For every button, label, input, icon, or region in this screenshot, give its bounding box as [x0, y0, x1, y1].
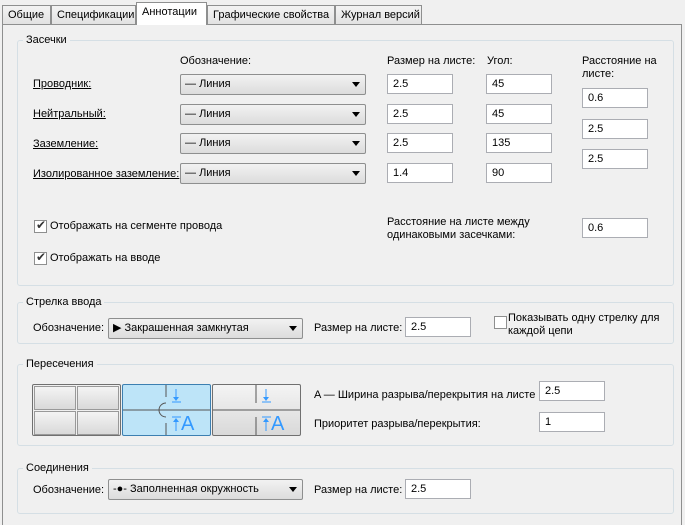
gap-letter: A — [271, 413, 285, 435]
neutral-size-input[interactable]: 2.5 — [387, 104, 453, 124]
home-run-designation-label: Обозначение: — [33, 322, 105, 334]
ground-size-input[interactable]: 2.5 — [387, 133, 453, 153]
ticks-group-title: Засечки — [23, 34, 70, 46]
isolated-ground-designation-select[interactable]: — Линия — [180, 163, 366, 184]
crossing-gap-icon — [213, 385, 300, 435]
distance-column-header: Расстояние на листе: — [582, 55, 657, 80]
single-arrow-checkbox[interactable] — [494, 316, 507, 329]
angle-column-header: Угол: — [487, 55, 513, 67]
show-on-segment-label: Отображать на сегменте провода — [50, 220, 223, 232]
crossing-cell — [77, 386, 119, 410]
select-value: Линия — [199, 78, 231, 90]
ground-label: Заземление: — [33, 138, 99, 150]
connection-designation-select[interactable]: -●- Заполненная окружность — [108, 479, 303, 500]
select-value: Заполненная окружность — [130, 483, 259, 495]
select-value: Линия — [199, 108, 231, 120]
select-value: Линия — [199, 167, 231, 179]
connection-size-label: Размер на листе: — [314, 484, 403, 496]
size-column-header: Размер на листе: — [387, 55, 476, 67]
conductor-label: Проводник: — [33, 78, 92, 90]
chevron-down-icon — [289, 326, 297, 331]
ground-angle-input[interactable]: 135 — [486, 133, 552, 153]
chevron-down-icon — [289, 487, 297, 492]
neutral-label: Нейтральный: — [33, 108, 106, 120]
neutral-angle-input[interactable]: 45 — [486, 104, 552, 124]
home-run-size-input[interactable]: 2.5 — [405, 317, 471, 337]
select-value: Линия — [199, 137, 231, 149]
connections-group-title: Соединения — [23, 462, 92, 474]
conductor-designation-select[interactable]: — Линия — [180, 74, 366, 95]
crossing-cell — [77, 411, 119, 435]
isolated-ground-label: Изолированное заземление: — [33, 168, 180, 180]
line-symbol-icon: — — [185, 137, 200, 149]
connection-size-input[interactable]: 2.5 — [405, 479, 471, 499]
crossing-jump-icon — [123, 385, 210, 435]
home-run-size-label: Размер на листе: — [314, 322, 403, 334]
isolated-ground-size-input[interactable]: 1.4 — [387, 163, 453, 183]
crossing-cell — [34, 386, 76, 410]
home-run-group-title: Стрелка ввода — [23, 296, 105, 308]
line-symbol-icon: — — [185, 78, 200, 90]
gap-letter: A — [181, 413, 195, 435]
chevron-down-icon — [352, 112, 360, 117]
conductor-distance-input[interactable]: 0.6 — [582, 88, 648, 108]
chevron-down-icon — [352, 171, 360, 176]
ground-designation-select[interactable]: — Линия — [180, 133, 366, 154]
line-symbol-icon: — — [185, 108, 200, 120]
neutral-designation-select[interactable]: — Линия — [180, 104, 366, 125]
gap-priority-label: Приоритет разрыва/перекрытия: — [314, 418, 481, 430]
conductor-size-input[interactable]: 2.5 — [387, 74, 453, 94]
gap-width-label: A — Ширина разрыва/перекрытия на листе — [314, 389, 536, 401]
neutral-distance-input[interactable]: 2.5 — [582, 119, 648, 139]
connection-designation-label: Обозначение: — [33, 484, 105, 496]
home-run-designation-select[interactable]: ▶ Закрашенная замкнутая — [108, 318, 303, 339]
gap-width-input[interactable]: 2.5 — [539, 381, 605, 401]
crossings-group-title: Пересечения — [23, 358, 97, 370]
select-value: Закрашенная замкнутая — [124, 322, 249, 334]
tick-spacing-input[interactable]: 0.6 — [582, 218, 648, 238]
checkmark-icon: ✔ — [36, 218, 47, 232]
isolated-ground-angle-input[interactable]: 90 — [486, 163, 552, 183]
show-on-home-run-label: Отображать на вводе — [50, 252, 161, 264]
crossing-option-none[interactable] — [32, 384, 121, 436]
show-on-segment-checkbox[interactable]: ✔ — [34, 218, 47, 233]
filled-arrow-icon: ▶ — [113, 322, 125, 334]
gap-priority-input[interactable]: 1 — [539, 412, 605, 432]
single-arrow-label: Показывать одну стрелку для каждой цепи — [508, 312, 660, 337]
designation-column-header: Обозначение: — [180, 55, 252, 67]
show-on-home-run-checkbox[interactable]: ✔ — [34, 250, 47, 265]
filled-circle-icon: -●- — [113, 483, 131, 495]
chevron-down-icon — [352, 82, 360, 87]
ground-distance-input[interactable]: 2.5 — [582, 149, 648, 169]
conductor-angle-input[interactable]: 45 — [486, 74, 552, 94]
tick-spacing-label: Расстояние на листе между одинаковыми за… — [387, 216, 530, 241]
checkmark-icon: ✔ — [36, 250, 47, 264]
crossing-option-jump[interactable]: A — [122, 384, 211, 436]
crossing-cell — [34, 411, 76, 435]
line-symbol-icon: — — [185, 167, 200, 179]
crossing-option-gap[interactable]: A — [212, 384, 301, 436]
chevron-down-icon — [352, 141, 360, 146]
